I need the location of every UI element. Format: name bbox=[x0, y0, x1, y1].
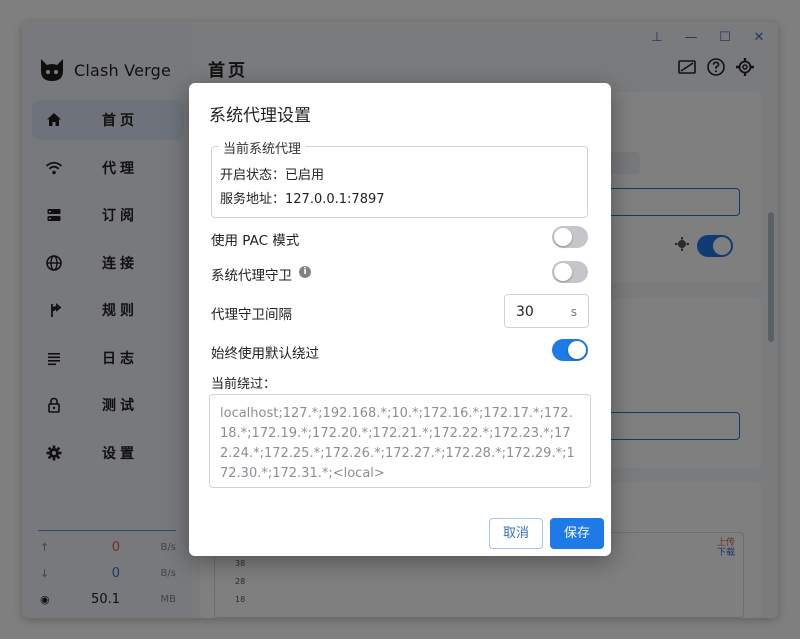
guard-interval-input[interactable]: 30 s bbox=[504, 294, 589, 328]
default-bypass-switch[interactable] bbox=[552, 339, 588, 361]
proxy-guard-switch[interactable] bbox=[552, 261, 588, 283]
proxy-address-value: 127.0.0.1:7897 bbox=[285, 192, 385, 207]
pac-mode-switch[interactable] bbox=[552, 226, 588, 248]
guard-interval-label: 代理守卫间隔 bbox=[211, 307, 292, 323]
proxy-status-value: 已启用 bbox=[285, 168, 325, 183]
dialog-title: 系统代理设置 bbox=[209, 106, 311, 126]
proxy-address-line: 服务地址：127.0.0.1:7897 bbox=[220, 188, 385, 207]
pac-mode-label: 使用 PAC 模式 bbox=[211, 233, 300, 249]
save-button[interactable]: 保存 bbox=[550, 518, 604, 549]
proxy-status-line: 开启状态：已启用 bbox=[220, 164, 324, 183]
proxy-guard-label: 系统代理守卫 bbox=[211, 268, 292, 284]
info-icon[interactable]: i bbox=[299, 266, 311, 278]
current-bypass-field[interactable]: localhost;127.*;192.168.*;10.*;172.16.*;… bbox=[209, 394, 591, 488]
default-bypass-label: 始终使用默认绕过 bbox=[211, 346, 319, 362]
proxy-address-label: 服务地址： bbox=[220, 192, 286, 207]
proxy-status-label: 开启状态： bbox=[220, 168, 286, 183]
current-proxy-legend: 当前系统代理 bbox=[219, 138, 306, 157]
guard-interval-value: 30 bbox=[516, 304, 534, 320]
cancel-button[interactable]: 取消 bbox=[489, 518, 543, 549]
system-proxy-dialog: 系统代理设置 当前系统代理 开启状态：已启用 服务地址：127.0.0.1:78… bbox=[189, 83, 611, 556]
guard-interval-unit: s bbox=[570, 305, 577, 319]
current-bypass-label: 当前绕过： bbox=[211, 377, 277, 392]
